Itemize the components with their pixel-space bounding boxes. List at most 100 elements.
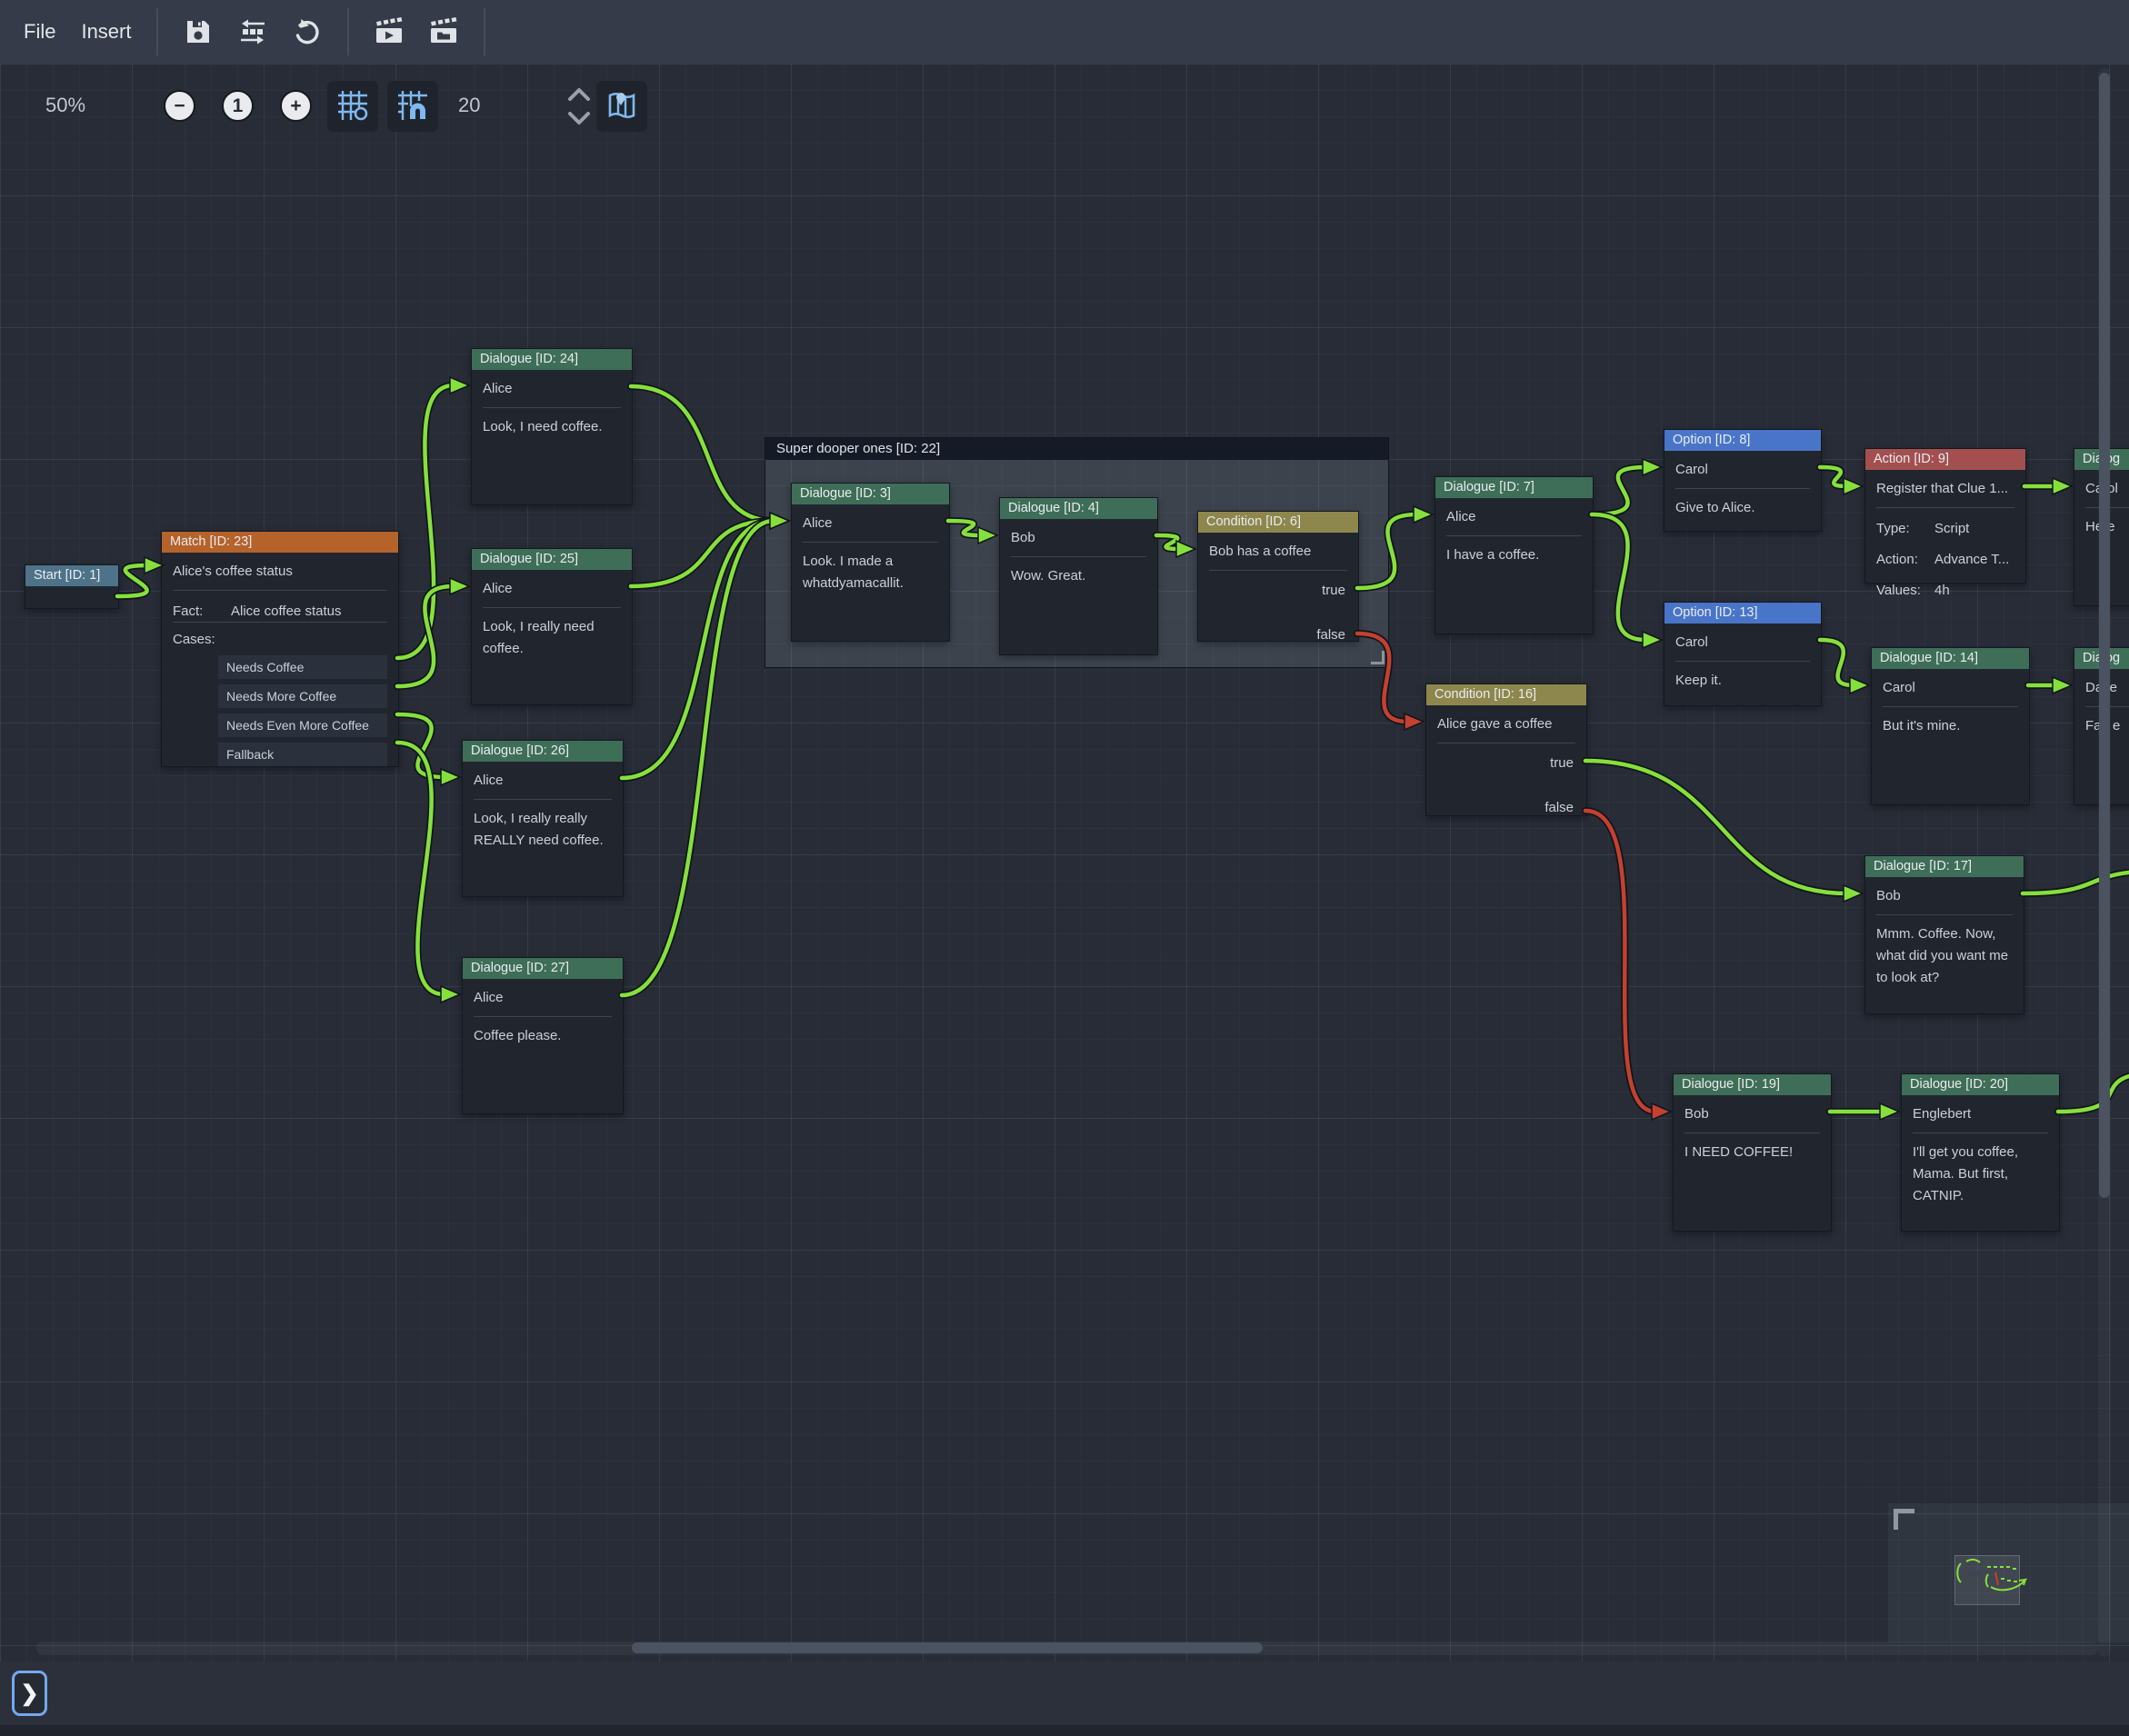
node-start-1[interactable]: Start [ID: 1] — [25, 564, 119, 609]
node-row-text: Wow. Great. — [1011, 557, 1146, 587]
node-body: BobWow. Great. — [1000, 519, 1157, 587]
node-dialogue-3[interactable]: Dialogue [ID: 3]AliceLook. I made a what… — [791, 483, 950, 642]
save-icon[interactable] — [182, 15, 215, 48]
node-row-kv: Type:Script — [1876, 508, 2014, 539]
node-row-text: Mmm. Coffee. Now, what did you want me t… — [1876, 915, 2013, 989]
node-title[interactable]: Dialogue [ID: 26] — [463, 741, 623, 762]
node-row-branch[interactable]: false — [1209, 624, 1347, 645]
grid-size-down-button[interactable] — [564, 107, 595, 129]
node-row-branch[interactable]: false — [1437, 797, 1575, 818]
node-row-text: Look, I really need coffee. — [483, 608, 621, 660]
node-condition-6[interactable]: Condition [ID: 6]Bob has a coffee true fal… — [1197, 511, 1359, 642]
node-row-case[interactable]: Fallback — [218, 743, 387, 766]
node-title[interactable]: Option [ID: 8] — [1664, 430, 1821, 451]
node-row-branch[interactable]: true — [1437, 753, 1575, 773]
field-label: Values: — [1876, 580, 1924, 601]
node-dialogue-4[interactable]: Dialogue [ID: 4]BobWow. Great. — [999, 497, 1158, 655]
node-title[interactable]: Condition [ID: 6] — [1198, 512, 1358, 533]
horizontal-scrollbar-thumb[interactable] — [632, 1642, 1263, 1653]
node-row-text: Keep it. — [1675, 662, 1810, 692]
node-title[interactable]: Dialogue [ID: 25] — [472, 549, 632, 570]
node-dialogue-24[interactable]: Dialogue [ID: 24]AliceLook, I need coffe… — [471, 348, 633, 505]
node-body: CarolKeep it. — [1664, 624, 1821, 692]
node-row-text: Look. I made a whatdyamacallit. — [803, 543, 938, 594]
node-title[interactable]: Dialogue [ID: 27] — [463, 958, 623, 979]
node-action-9[interactable]: Action [ID: 9]Register that Clue 1...Typ… — [1864, 448, 2026, 584]
zoom-reset-button[interactable]: 1 — [222, 90, 254, 122]
node-condition-16[interactable]: Condition [ID: 16]Alice gave a coffee tru… — [1425, 683, 1587, 816]
node-title[interactable]: Condition [ID: 16] — [1426, 684, 1586, 705]
minimap-graph-preview — [1888, 1503, 2129, 1642]
node-dialogue-7[interactable]: Dialogue [ID: 7]AliceI have a coffee. — [1434, 476, 1594, 634]
frame-resize-handle[interactable] — [1371, 651, 1384, 664]
node-row-speaker: Carol — [1883, 669, 2018, 707]
node-row-label: Cases: — [173, 623, 387, 650]
play-scene-icon[interactable] — [373, 15, 405, 48]
zoom-in-button[interactable]: + — [280, 90, 312, 122]
grid-visibility-toggle[interactable] — [327, 81, 378, 132]
node-row-text: Look, I really really REALLY need coffee… — [474, 800, 612, 852]
grid-size-input[interactable]: 20 — [458, 94, 480, 117]
node-title[interactable]: Dialogue [ID: 20] — [1902, 1074, 2059, 1095]
node-row-main: Register that Clue 1... — [1876, 470, 2014, 508]
menu-insert[interactable]: Insert — [68, 20, 144, 44]
graph-canvas[interactable] — [0, 64, 2129, 1661]
node-dialogue-14[interactable]: Dialogue [ID: 14]CarolBut it's mine. — [1871, 647, 2030, 805]
node-row-main: Bob has a coffee — [1209, 533, 1347, 571]
magnet-icon — [397, 90, 428, 124]
expand-panel-button[interactable]: ❯ — [12, 1671, 47, 1716]
minimap-panel[interactable] — [1888, 1503, 2129, 1642]
toolbar-separator — [347, 8, 349, 55]
node-row-text: I have a coffee. — [1446, 536, 1582, 566]
node-row-case[interactable]: Needs More Coffee — [218, 684, 387, 708]
node-title[interactable]: Dialogue [ID: 19] — [1674, 1074, 1831, 1095]
node-dialogue-27[interactable]: Dialogue [ID: 27]AliceCoffee please. — [462, 957, 624, 1114]
node-title[interactable]: Dialogue [ID: 4] — [1000, 498, 1157, 519]
node-dialogue-26[interactable]: Dialogue [ID: 26]AliceLook, I really rea… — [462, 740, 624, 897]
zoom-out-button[interactable]: − — [164, 90, 195, 122]
node-match-23[interactable]: Match [ID: 23]Alice's coffee statusFact:… — [161, 531, 399, 767]
node-row-text: I NEED COFFEE! — [1684, 1133, 1820, 1163]
node-title[interactable]: Action [ID: 9] — [1865, 449, 2025, 470]
node-title[interactable]: Dialogue [ID: 17] — [1865, 856, 2024, 877]
node-title[interactable]: Start [ID: 1] — [25, 565, 118, 586]
bottom-edge — [0, 1725, 2129, 1736]
node-option-13[interactable]: Option [ID: 13]CarolKeep it. — [1664, 602, 1822, 706]
undo-icon[interactable] — [291, 15, 324, 48]
node-dialogue-25[interactable]: Dialogue [ID: 25]AliceLook, I really nee… — [471, 548, 633, 705]
node-body: Bob has a coffee true false — [1198, 533, 1358, 645]
node-title[interactable]: Dialogue [ID: 3] — [792, 484, 949, 504]
node-dialogue-17[interactable]: Dialogue [ID: 17]BobMmm. Coffee. Now, wh… — [1864, 855, 2024, 1014]
node-body: EnglebertI'll get you coffee, Mama. But … — [1902, 1095, 2059, 1207]
node-row-case[interactable]: Needs Even More Coffee — [218, 713, 387, 737]
node-row-main: Alice gave a coffee — [1437, 705, 1575, 743]
field-value: 4h — [1934, 580, 1950, 601]
frame-title[interactable]: Super dooper ones [ID: 22] — [765, 438, 1388, 460]
vertical-scrollbar-thumb[interactable] — [2099, 73, 2110, 1198]
node-option-8[interactable]: Option [ID: 8]CarolGive to Alice. — [1664, 429, 1822, 532]
scene-folder-icon[interactable] — [427, 15, 460, 48]
horizontal-scrollbar[interactable] — [36, 1641, 2098, 1655]
node-row-branch[interactable]: true — [1209, 580, 1347, 601]
reimport-icon[interactable] — [236, 15, 269, 48]
node-row-case[interactable]: Needs Coffee — [218, 655, 387, 679]
field-value: Advance T... — [1934, 549, 2009, 570]
node-title[interactable]: Dialogue [ID: 14] — [1872, 648, 2029, 669]
node-row-speaker: Carol — [1675, 451, 1810, 489]
field-value: Alice coffee status — [231, 601, 341, 622]
node-row-text: But it's mine. — [1883, 707, 2018, 737]
node-dialogue-20[interactable]: Dialogue [ID: 20]EnglebertI'll get you c… — [1901, 1073, 2060, 1232]
node-title[interactable]: Dialogue [ID: 24] — [472, 349, 632, 370]
node-title[interactable]: Match [ID: 23] — [162, 532, 398, 553]
node-body: AliceLook. I made a whatdyamacallit. — [792, 504, 949, 594]
grid-snap-toggle[interactable] — [387, 81, 438, 132]
node-row-speaker: Alice — [474, 979, 612, 1017]
grid-size-up-button[interactable] — [564, 84, 595, 105]
view-toolbar: 50% − 1 + 20 — [35, 80, 689, 133]
vertical-scrollbar[interactable] — [2098, 68, 2111, 1657]
node-title[interactable]: Option [ID: 13] — [1664, 603, 1821, 624]
node-dialogue-19[interactable]: Dialogue [ID: 19]BobI NEED COFFEE! — [1673, 1073, 1832, 1232]
node-title[interactable]: Dialogue [ID: 7] — [1435, 477, 1593, 498]
minimap-toggle[interactable] — [596, 81, 647, 132]
menu-file[interactable]: File — [11, 20, 68, 44]
